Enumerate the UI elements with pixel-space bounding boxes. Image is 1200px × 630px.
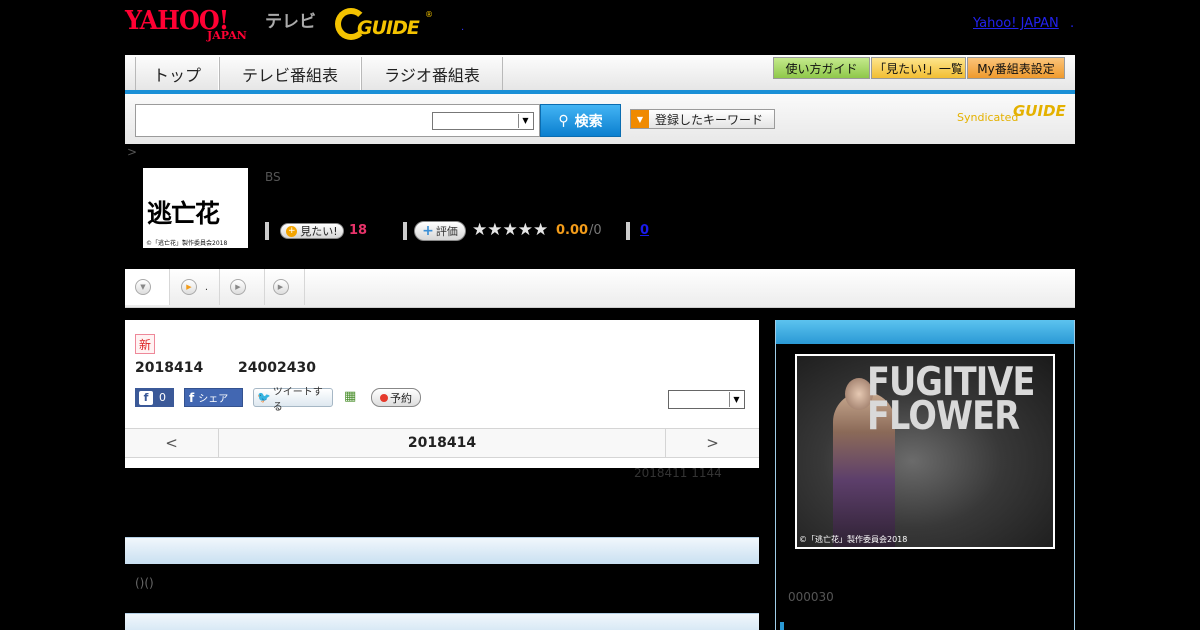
star-rating: ★★★★★: [472, 220, 549, 240]
side-accent-bar: [780, 622, 784, 630]
search-button[interactable]: ⚲ 検索: [540, 104, 621, 137]
search-bar: ▼ ⚲ 検索 ▼ 登録したキーワード Syndicated GUIDE: [125, 94, 1075, 144]
poster-title: FUGITIVE FLOWER: [867, 360, 1035, 439]
gguide-logo[interactable]: GUIDE ®: [335, 8, 433, 40]
mitai-list-button[interactable]: 「見たい!」一覧: [871, 57, 966, 79]
reserve-button[interactable]: 予約: [371, 388, 421, 407]
header-right-dot: .: [1070, 16, 1075, 31]
main-nav: トップ テレビ番組表 ラジオ番組表 使い方ガイド 「見たい!」一覧 My番組表設…: [125, 55, 1075, 94]
play-icon: ▶: [230, 279, 246, 295]
gguide-reg-mark: ®: [425, 10, 433, 19]
thumbnail-title: 逃亡花: [147, 199, 220, 228]
play-icon: ▶: [272, 279, 289, 295]
pager-prev-button[interactable]: <: [125, 429, 219, 457]
twitter-bird-icon: 🐦: [257, 391, 271, 404]
tweet-button[interactable]: 🐦 ツイートする: [253, 387, 333, 413]
review-count-link[interactable]: 0: [640, 223, 649, 238]
page: YAHOO! JAPAN テレビ GUIDE ® . Yahoo! JAPAN …: [0, 0, 1200, 630]
breadcrumb[interactable]: >: [127, 145, 137, 159]
updated-timestamp: 2018411 1144: [634, 466, 722, 480]
mitai-count: 18: [349, 223, 368, 238]
facebook-like-count: 0: [159, 391, 166, 404]
reserve-label: 予約: [390, 391, 412, 405]
divider: [265, 222, 269, 240]
yahoo-japan-logo[interactable]: YAHOO! JAPAN: [125, 6, 263, 42]
tweet-label: ツイートする: [272, 386, 323, 413]
gguide-logo-text: GUIDE: [357, 17, 420, 39]
nav-tab-top[interactable]: トップ: [135, 57, 219, 90]
new-badge: 新: [135, 334, 155, 354]
chevron-down-icon: ▼: [518, 114, 532, 128]
mitai-label: 見たい!: [300, 225, 338, 238]
divider: [626, 222, 630, 240]
my-schedule-settings-button[interactable]: My番組表設定: [967, 57, 1065, 79]
facebook-icon: f: [139, 390, 153, 405]
subtab-reviews[interactable]: ▶: [265, 269, 305, 305]
yahoo-logo-sub: JAPAN: [207, 29, 247, 42]
record-dot-icon: [380, 393, 388, 402]
pager-next-button[interactable]: >: [665, 429, 759, 457]
side-panel: FUGITIVE FLOWER ©「逃亡花」製作委員会2018 000030: [775, 320, 1075, 630]
section-text: ()(): [135, 576, 154, 590]
device-select[interactable]: ▼: [668, 390, 745, 409]
syndicated-gguide-logo: GUIDE: [1013, 102, 1066, 120]
registered-keyword-label: 登録したキーワード: [655, 112, 764, 127]
nav-tab-tv-schedule[interactable]: テレビ番組表: [219, 57, 361, 90]
section-header-bar: [125, 613, 759, 630]
guide-button[interactable]: 使い方ガイド: [773, 57, 870, 79]
broadcast-date: 2018414: [135, 360, 204, 376]
search-category-select[interactable]: ▼: [432, 112, 534, 130]
thumbnail-credit: ©「逃亡花」製作委員会2018: [146, 240, 228, 247]
program-subtabs: ▼ ▶ . ▶ ▶: [125, 269, 1075, 308]
poster-credit: ©「逃亡花」製作委員会2018: [799, 535, 908, 544]
section-header-bar: [125, 537, 759, 564]
nav-tab-radio-schedule[interactable]: ラジオ番組表: [361, 57, 503, 90]
subtab-cast[interactable]: ▶: [220, 269, 265, 305]
header-dot: .: [461, 22, 465, 33]
broadcast-time: 24002430: [238, 360, 316, 376]
facebook-share-label: シェア: [198, 394, 229, 405]
yahoo-japan-link[interactable]: Yahoo! JAPAN: [973, 16, 1059, 31]
search-icon: ⚲: [558, 112, 569, 129]
mitai-button[interactable]: + 見たい!: [280, 223, 344, 239]
rate-button[interactable]: + 評価: [414, 221, 466, 241]
date-pager: < 2018414 >: [125, 428, 759, 458]
plus-icon: +: [422, 223, 434, 239]
chevron-down-icon: ▼: [135, 279, 151, 295]
chevron-down-icon: ▼: [729, 392, 743, 407]
plus-icon: +: [286, 225, 298, 237]
play-icon: ▶: [180, 279, 197, 295]
registered-keyword-button[interactable]: ▼ 登録したキーワード: [630, 109, 775, 129]
broadcast-panel: 新 2018414 24002430 f 0 f シェア 🐦 ツイートする ▦ …: [125, 320, 759, 468]
rating-score-max: /0: [589, 223, 602, 238]
side-number: 000030: [788, 590, 834, 604]
pager-date: 2018414: [407, 435, 477, 451]
program-poster[interactable]: FUGITIVE FLOWER ©「逃亡花」製作委員会2018: [795, 354, 1055, 549]
search-button-label: 検索: [574, 113, 603, 130]
syndicated-label: Syndicated: [957, 111, 1019, 124]
facebook-share-button[interactable]: f シェア: [184, 388, 243, 407]
divider: [403, 222, 407, 240]
triangle-down-icon: ▼: [631, 110, 649, 128]
subtab-episodes[interactable]: ▶ .: [170, 269, 220, 305]
facebook-icon: f: [189, 390, 195, 405]
calendar-add-icon[interactable]: ▦: [344, 389, 360, 405]
program-thumbnail: 逃亡花 ©「逃亡花」製作委員会2018: [143, 168, 248, 248]
facebook-like-button[interactable]: f 0: [135, 388, 174, 407]
subtab-overview[interactable]: ▼: [125, 269, 170, 305]
tv-label[interactable]: テレビ: [265, 7, 316, 32]
rate-label: 評価: [435, 225, 458, 238]
channel-label: BS: [265, 170, 281, 184]
side-panel-header: [776, 320, 1074, 344]
rating-score: 0.00: [556, 223, 589, 238]
